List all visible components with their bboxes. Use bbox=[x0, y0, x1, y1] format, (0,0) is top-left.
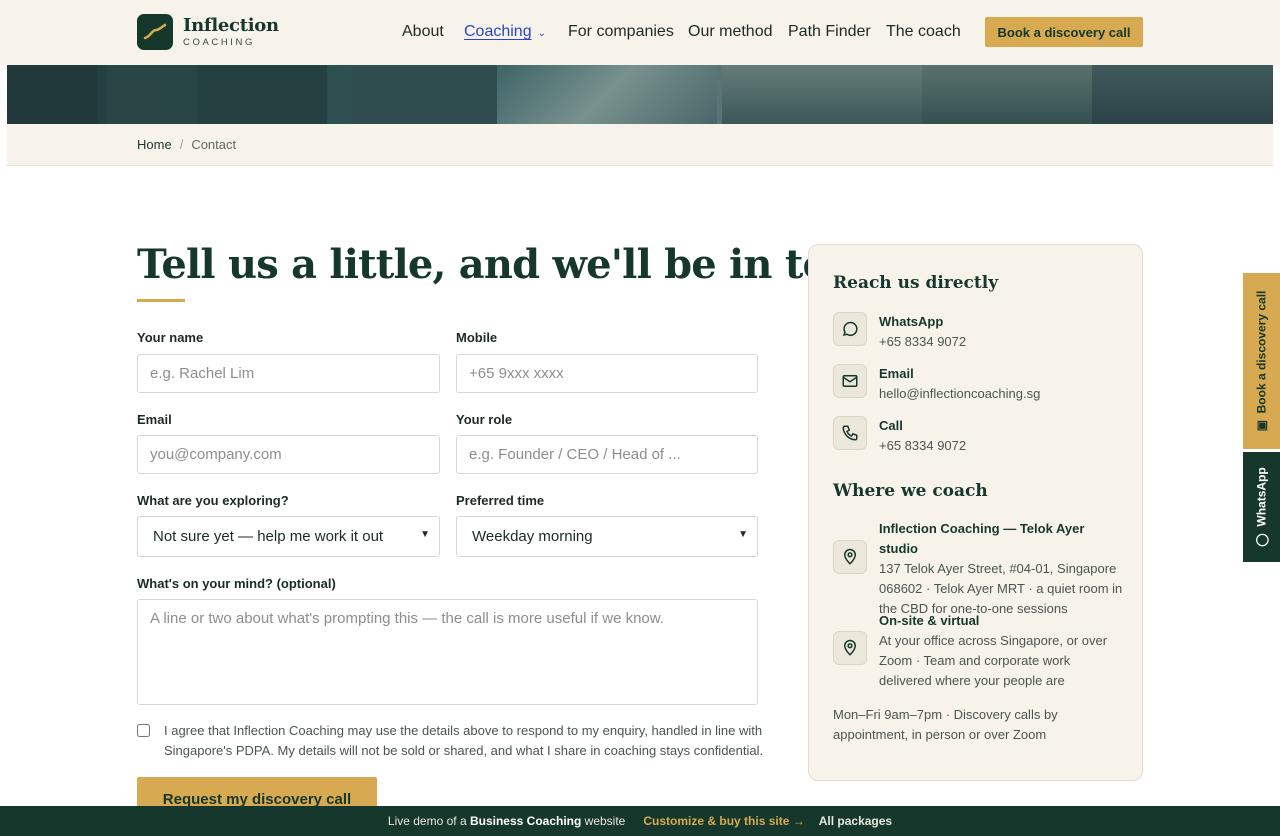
time-label: Preferred time bbox=[456, 493, 545, 508]
customize-link[interactable]: Customize & buy this site → bbox=[643, 814, 804, 828]
side-tab-whatsapp[interactable]: ◯ WhatsApp bbox=[1243, 452, 1280, 562]
email-contact-label: Email bbox=[879, 366, 914, 381]
mail-icon bbox=[833, 364, 867, 398]
breadcrumb-home[interactable]: Home bbox=[137, 137, 172, 152]
time-select-wrap: Weekday morning ▼ bbox=[456, 516, 758, 557]
reach-title: Reach us directly bbox=[833, 273, 999, 293]
nav-coaching[interactable]: Coaching ⌄ bbox=[464, 23, 546, 41]
nav-about[interactable]: About bbox=[402, 23, 444, 41]
where-title: Where we coach bbox=[833, 481, 988, 501]
logo-name: Inflection bbox=[183, 14, 279, 36]
demo-bar-suffix: website bbox=[584, 814, 626, 828]
map-pin-icon bbox=[833, 631, 867, 665]
map-pin-icon bbox=[833, 540, 867, 574]
exploring-select[interactable]: Not sure yet — help me work it out bbox=[137, 516, 440, 557]
whatsapp-label: WhatsApp bbox=[879, 314, 944, 329]
hero-image bbox=[7, 65, 1273, 124]
logo[interactable]: Inflection COACHING bbox=[137, 14, 279, 50]
studio-text: 137 Telok Ayer Street, #04-01, Singapore… bbox=[879, 561, 1123, 616]
book-discovery-call-button[interactable]: Book a discovery call bbox=[985, 17, 1143, 47]
mind-label: What's on your mind? (optional) bbox=[137, 576, 336, 591]
whatsapp-value: +65 8334 9072 bbox=[879, 334, 967, 349]
whatsapp-icon: ◯ bbox=[1254, 533, 1269, 547]
call-row[interactable]: Call +65 8334 9072 bbox=[833, 416, 966, 456]
consent-checkbox[interactable] bbox=[137, 724, 150, 737]
exploring-label: What are you exploring? bbox=[137, 493, 289, 508]
nav-for-companies[interactable]: For companies bbox=[568, 23, 674, 41]
all-packages-link[interactable]: All packages bbox=[819, 814, 892, 828]
time-select[interactable]: Weekday morning bbox=[456, 516, 758, 557]
mobile-input[interactable] bbox=[456, 354, 758, 393]
email-label: Email bbox=[137, 412, 172, 427]
role-label: Your role bbox=[456, 412, 513, 427]
logo-mark-icon bbox=[137, 14, 173, 50]
studio-location: Inflection Coaching — Telok Ayer studio 1… bbox=[833, 519, 1123, 619]
side-tab-whatsapp-label: WhatsApp bbox=[1254, 467, 1269, 527]
nav-coaching-label: Coaching bbox=[464, 23, 532, 40]
mobile-label: Mobile bbox=[456, 330, 498, 345]
site-header: Inflection COACHING About Coaching ⌄ For … bbox=[0, 0, 1280, 65]
demo-bar-prefix: Live demo of a bbox=[387, 814, 467, 828]
breadcrumb-separator: / bbox=[179, 137, 184, 152]
onsite-location: On-site & virtual At your office across S… bbox=[833, 611, 1123, 691]
breadcrumb: Home / Contact bbox=[137, 137, 236, 152]
nav-our-method[interactable]: Our method bbox=[688, 23, 772, 41]
studio-title: Inflection Coaching — Telok Ayer studio bbox=[879, 521, 1085, 556]
name-input[interactable] bbox=[137, 354, 440, 393]
opening-hours: Mon–Fri 9am–7pm · Discovery calls by app… bbox=[833, 707, 1058, 742]
email-input[interactable] bbox=[137, 435, 440, 474]
call-label: Call bbox=[879, 418, 903, 433]
side-tab-book-label: Book a discovery call bbox=[1254, 290, 1269, 414]
demo-bar-highlight: Business Coaching bbox=[469, 814, 582, 828]
chevron-down-icon: ⌄ bbox=[537, 28, 546, 39]
side-tab-book-call[interactable]: ▣ Book a discovery call bbox=[1243, 273, 1280, 449]
consent-text: I agree that Inflection Coaching may use… bbox=[164, 723, 764, 758]
exploring-select-wrap: Not sure yet — help me work it out ▼ bbox=[137, 516, 440, 557]
title-underline bbox=[137, 299, 185, 302]
whatsapp-row[interactable]: WhatsApp +65 8334 9072 bbox=[833, 312, 966, 352]
logo-subtitle: COACHING bbox=[183, 36, 255, 48]
role-input[interactable] bbox=[456, 435, 758, 474]
onsite-text: At your office across Singapore, or over… bbox=[879, 633, 1108, 688]
whatsapp-icon bbox=[833, 312, 867, 346]
email-row[interactable]: Email hello@inflectioncoaching.sg bbox=[833, 364, 1040, 404]
email-contact-value: hello@inflectioncoaching.sg bbox=[879, 386, 1041, 401]
calendar-icon: ▣ bbox=[1254, 420, 1269, 432]
phone-icon bbox=[833, 416, 867, 450]
contact-card: Reach us directly WhatsApp +65 8334 9072 … bbox=[808, 244, 1143, 781]
page-title: Tell us a little, and we'll be in touch bbox=[137, 241, 909, 288]
name-label: Your name bbox=[137, 330, 204, 345]
onsite-title: On-site & virtual bbox=[879, 613, 980, 628]
consent-row: I agree that Inflection Coaching may use… bbox=[137, 721, 777, 761]
breadcrumb-bar: Home / Contact bbox=[7, 124, 1273, 166]
call-value: +65 8334 9072 bbox=[879, 438, 967, 453]
breadcrumb-current: Contact bbox=[191, 137, 237, 152]
demo-bar: Live demo of a Business Coaching website… bbox=[0, 806, 1280, 836]
nav-the-coach[interactable]: The coach bbox=[886, 23, 961, 41]
nav-path-finder[interactable]: Path Finder bbox=[788, 23, 871, 41]
mind-textarea[interactable] bbox=[137, 599, 758, 705]
